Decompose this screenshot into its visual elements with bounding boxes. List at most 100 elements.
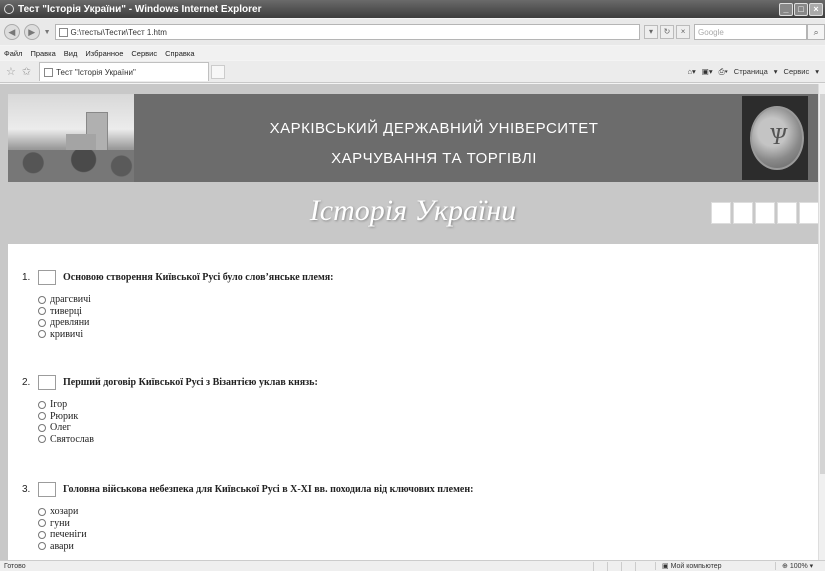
option[interactable]: тиверці [38, 306, 334, 318]
banner-line-2: ХАРЧУВАННЯ ТА ТОРГІВЛІ [331, 150, 537, 167]
feeds-icon[interactable]: ▣▾ [702, 67, 713, 76]
status-segments [593, 561, 649, 571]
zoom-icon: ⊕ [782, 563, 790, 570]
history-dropdown-icon[interactable]: ▼ [44, 29, 51, 36]
option[interactable]: Ігор [38, 399, 318, 411]
tab-page-icon [44, 67, 54, 77]
option[interactable]: хозари [38, 506, 473, 518]
menu-view[interactable]: Вид [64, 49, 78, 58]
security-zone[interactable]: ▣ Мой компьютер [655, 562, 775, 570]
search-icon[interactable]: ⌕ [807, 24, 825, 40]
page-menu-chevron-icon: ▾ [773, 67, 778, 76]
maximize-button[interactable]: □ [794, 2, 808, 16]
answer-box [38, 482, 56, 497]
radio-icon[interactable] [38, 423, 46, 432]
page-menu[interactable]: Страница [734, 67, 768, 76]
menu-edit[interactable]: Правка [30, 49, 55, 58]
option[interactable]: печеніги [38, 529, 473, 541]
zone-label: Мой компьютер [670, 563, 722, 570]
zoom-level[interactable]: ⊕ 100% ▾ [775, 562, 825, 570]
radio-icon[interactable] [38, 307, 46, 316]
vertical-scrollbar[interactable] [818, 84, 825, 560]
question-3: 3. Головна військова небезпека для Київс… [22, 482, 473, 552]
tab-active[interactable]: Тест "Історія України" [39, 62, 210, 81]
option[interactable]: кривичі [38, 329, 334, 341]
address-dropdown-icon[interactable]: ▾ [644, 25, 659, 39]
test-sheet: 1. Основою створення Київської Русі було… [8, 244, 818, 560]
banner-line-1: ХАРКІВСЬКИЙ ДЕРЖАВНИЙ УНІВЕРСИТЕТ [269, 120, 599, 137]
radio-icon[interactable] [38, 330, 46, 339]
option-label: Рюрик [50, 410, 79, 422]
option[interactable]: гуни [38, 518, 473, 530]
option[interactable]: Святослав [38, 434, 318, 446]
menu-bar: Файл Правка Вид Избранное Сервис Справка [0, 46, 825, 60]
forward-button[interactable]: ▶ [23, 24, 40, 40]
option[interactable]: древляни [38, 317, 334, 329]
zoom-label: 100% [789, 563, 808, 570]
answer-box [38, 270, 56, 285]
favorites-star-icon[interactable]: ☆ [6, 65, 16, 78]
option-label: хозари [50, 506, 79, 518]
radio-icon[interactable] [38, 530, 46, 539]
options-list: драгсвичі тиверці древляни кривичі [38, 294, 334, 340]
close-button[interactable]: × [809, 2, 823, 16]
university-banner: ХАРКІВСЬКИЙ ДЕРЖАВНИЙ УНІВЕРСИТЕТ ХАРЧУВ… [8, 94, 818, 182]
add-favorite-icon[interactable]: ✩ [22, 65, 31, 78]
score-box [755, 202, 775, 224]
radio-icon[interactable] [38, 400, 46, 409]
back-button[interactable]: ◀ [4, 24, 20, 40]
tab-label: Тест "Історія України" [56, 67, 136, 77]
radio-icon[interactable] [38, 318, 46, 327]
scrollbar-thumb[interactable] [820, 94, 825, 474]
option-label: Святослав [50, 433, 94, 445]
menu-favorites[interactable]: Избранное [85, 49, 123, 58]
campus-photo [8, 94, 134, 182]
print-icon[interactable]: ⎙▾ [719, 67, 728, 77]
option[interactable]: драгсвичі [38, 294, 334, 306]
option-label: печеніги [50, 529, 87, 541]
radio-icon[interactable] [38, 542, 46, 551]
command-bar: ⌂▾ ▣▾ ⎙▾ Страница ▾ Сервис ▾ [687, 67, 819, 77]
search-input[interactable]: Google [694, 24, 808, 40]
home-icon[interactable]: ⌂▾ [687, 67, 695, 76]
option-label: Ігор [50, 399, 68, 411]
status-text: Готово [4, 562, 26, 570]
minimize-button[interactable]: _ [779, 2, 793, 16]
ie-logo-icon [4, 4, 14, 14]
tab-row: ☆ ✩ Тест "Історія України" ⌂▾ ▣▾ ⎙▾ Стра… [0, 61, 825, 83]
menu-help[interactable]: Справка [165, 49, 194, 58]
stop-icon[interactable]: × [676, 25, 691, 39]
page-icon [58, 27, 68, 37]
address-row: ◀ ▶ ▼ G:\тесты\Тести\Тест 1.htm ▾ ↻ × Go… [0, 19, 825, 45]
option[interactable]: Рюрик [38, 411, 318, 423]
tools-menu[interactable]: Сервис [784, 67, 810, 76]
computer-icon: ▣ [662, 563, 671, 570]
refresh-icon[interactable]: ↻ [660, 25, 675, 39]
option-label: древляни [50, 317, 90, 329]
address-text: G:\тесты\Тести\Тест 1.htm [70, 27, 167, 37]
option[interactable]: авари [38, 541, 473, 553]
option-label: драгсвичі [50, 294, 91, 306]
radio-icon[interactable] [38, 507, 46, 516]
radio-icon[interactable] [38, 295, 46, 304]
question-text: Перший договір Київської Русі з Візантіє… [63, 377, 318, 388]
new-tab-button[interactable] [211, 64, 226, 79]
options-list: хозари гуни печеніги авари [38, 506, 473, 552]
option-label: кривичі [50, 328, 84, 340]
menu-file[interactable]: Файл [4, 49, 22, 58]
question-number: 1. [22, 272, 31, 283]
tools-menu-chevron-icon: ▾ [815, 67, 819, 76]
question-text: Головна військова небезпека для Київсько… [63, 484, 474, 495]
option-label: тиверці [50, 305, 82, 317]
radio-icon[interactable] [38, 435, 46, 444]
radio-icon[interactable] [38, 412, 46, 421]
score-boxes [711, 202, 818, 224]
option[interactable]: Олег [38, 422, 318, 434]
menu-tools[interactable]: Сервис [131, 49, 157, 58]
score-box [777, 202, 797, 224]
page-viewport: ХАРКІВСЬКИЙ ДЕРЖАВНИЙ УНІВЕРСИТЕТ ХАРЧУВ… [0, 84, 818, 560]
address-controls: ▾ ↻ × [644, 25, 691, 39]
radio-icon[interactable] [38, 519, 46, 528]
address-bar[interactable]: G:\тесты\Тести\Тест 1.htm [54, 24, 641, 40]
search-placeholder: Google [698, 27, 724, 37]
